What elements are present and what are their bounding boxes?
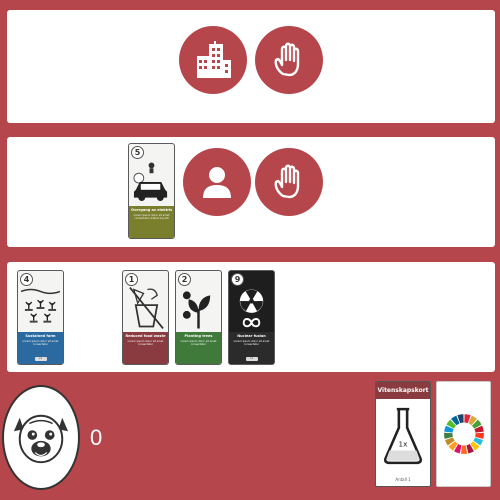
player-avatar[interactable]	[2, 385, 80, 490]
science-card-label: 1x	[399, 439, 409, 448]
card-title: Reduced food waste	[125, 334, 166, 338]
raised-hand-icon	[274, 42, 300, 77]
card-band: Sustained farm Lorem ipsum dolor sit ame…	[18, 332, 63, 364]
hand-panel: 4 Sustained farm Lorem ipsum dolor sit a…	[7, 262, 495, 372]
science-card[interactable]: Vitenskapskort 1x Antall 1	[375, 381, 431, 487]
sdg-wheel-segment	[460, 445, 467, 454]
card-description: Lorem ipsum dolor sit amet consectetur	[22, 340, 59, 347]
no-food-waste-icon	[126, 285, 165, 331]
card-tag: x1	[34, 357, 47, 361]
card-description: Lorem ipsum dolor sit amet consectetur	[233, 340, 270, 347]
person-icon	[203, 167, 231, 198]
opponent-row-panel	[7, 10, 495, 123]
player-score: 0	[90, 425, 103, 450]
science-card-footer: Antall 1	[395, 477, 411, 482]
seedling-icon	[179, 285, 218, 331]
science-card-title: Vitenskapskort	[376, 382, 430, 399]
card-band: Planting trees Lorem ipsum dolor sit ame…	[176, 332, 221, 364]
sdg-wheel-icon	[443, 414, 484, 454]
card-band: Overgang av elektrisk bil Lorem ipsum do…	[129, 206, 174, 238]
hand-card[interactable]: 2 Planting trees Lorem ipsum dolor sit a…	[175, 270, 222, 365]
radiation-icon	[232, 285, 271, 331]
raise-hand-button-2[interactable]	[255, 148, 323, 216]
city-button[interactable]	[179, 26, 247, 94]
hand-card[interactable]: 9 Nuclear fusion Lorem ipsum dolor sit a…	[228, 270, 275, 365]
card-title: Planting trees	[184, 334, 213, 338]
card-title: Sustained farm	[25, 334, 56, 338]
raised-hand-icon	[274, 164, 300, 199]
hand-card[interactable]: 4 Sustained farm Lorem ipsum dolor sit a…	[17, 270, 64, 365]
player-row-panel: 5 Overgang av elektrisk bil Lorem ipsum …	[7, 137, 495, 247]
person-button[interactable]	[183, 148, 251, 216]
card-description: Lorem ipsum dolor sit amet consectetur	[127, 340, 164, 347]
card-band: Nuclear fusion Lorem ipsum dolor sit ame…	[229, 332, 274, 364]
card-description: Lorem ipsum dolor sit amet consectetur	[180, 340, 217, 347]
card-band: Reduced food waste Lorem ipsum dolor sit…	[123, 332, 168, 364]
car-icon	[132, 158, 171, 204]
played-card[interactable]: 5 Overgang av elektrisk bil Lorem ipsum …	[128, 143, 175, 239]
card-title: Overgang av elektrisk bil	[131, 208, 172, 212]
sdg-card[interactable]	[436, 381, 491, 487]
card-tag: x1	[245, 357, 258, 361]
pug-dog-icon	[13, 414, 69, 463]
flask-icon: 1x	[383, 407, 423, 465]
raise-hand-button[interactable]	[255, 26, 323, 94]
card-title: Nuclear fusion	[237, 334, 266, 338]
city-buildings-icon	[197, 41, 231, 78]
card-description: Lorem ipsum dolor sit amet consectetur a…	[133, 214, 170, 221]
hand-card[interactable]: 1 Reduced food waste Lorem ipsum dolor s…	[122, 270, 169, 365]
crop-plants-icon	[20, 285, 61, 331]
